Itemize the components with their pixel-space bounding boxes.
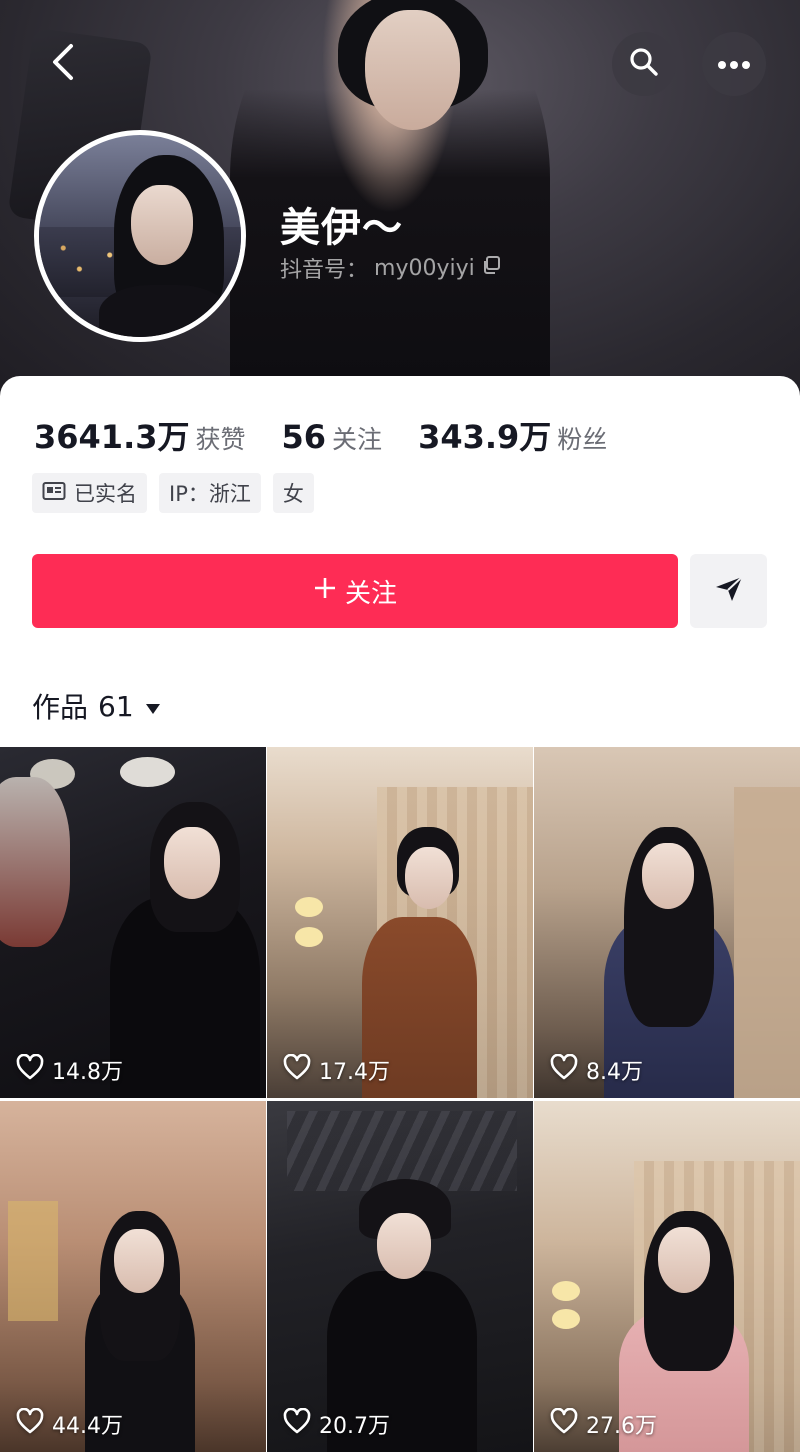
triangle-down-icon — [144, 690, 162, 723]
tab-works-count: 61 — [98, 689, 134, 723]
profile-stats: 3641.3万 获赞 56 关注 343.9万 粉丝 — [34, 412, 643, 458]
video-likes: 17.4万 — [283, 1053, 390, 1086]
video-likes-count: 27.6万 — [586, 1414, 657, 1439]
stat-label: 粉丝 — [557, 425, 608, 454]
plus-icon — [313, 576, 337, 607]
stat-label: 关注 — [332, 425, 383, 454]
heart-icon — [283, 1407, 311, 1440]
video-thumbnail[interactable]: 44.4万 — [0, 1101, 266, 1452]
video-thumbnail[interactable]: 14.8万 — [0, 747, 266, 1098]
stat-value: 343.9万 — [418, 418, 552, 456]
tag-verified-label: 已实名 — [74, 482, 137, 506]
cover-image-face — [365, 10, 460, 130]
tag-ip: IP：浙江 — [159, 473, 261, 513]
chevron-left-icon — [49, 42, 79, 86]
stat-value: 3641.3万 — [34, 418, 190, 456]
video-thumbnail[interactable]: 27.6万 — [534, 1101, 800, 1452]
video-likes-count: 44.4万 — [52, 1414, 123, 1439]
video-likes-count: 8.4万 — [586, 1060, 643, 1085]
video-likes-count: 20.7万 — [319, 1414, 390, 1439]
douyin-id-value: my00yiyi — [374, 255, 475, 281]
more-button[interactable] — [702, 32, 766, 96]
id-card-icon — [42, 481, 66, 506]
heart-icon — [550, 1053, 578, 1086]
douyin-id[interactable]: 抖音号： my00yiyi — [280, 252, 501, 284]
stat-label: 获赞 — [195, 425, 246, 454]
video-thumbnail[interactable]: 17.4万 — [267, 747, 533, 1098]
avatar[interactable] — [34, 130, 246, 342]
tag-verified: 已实名 — [32, 473, 147, 513]
search-button[interactable] — [612, 32, 676, 96]
send-icon — [714, 575, 744, 607]
heart-icon — [16, 1053, 44, 1086]
copy-icon[interactable] — [481, 255, 501, 281]
video-likes: 20.7万 — [283, 1407, 390, 1440]
video-likes: 27.6万 — [550, 1407, 657, 1440]
video-likes: 8.4万 — [550, 1053, 643, 1086]
more-dots-icon — [717, 55, 751, 74]
tag-gender-label: 女 — [282, 482, 304, 506]
heart-icon — [283, 1053, 311, 1086]
back-button[interactable] — [40, 40, 88, 88]
tag-ip-label: IP：浙江 — [169, 482, 251, 506]
douyin-id-label: 抖音号： — [280, 258, 369, 283]
video-thumbnail[interactable]: 20.7万 — [267, 1101, 533, 1452]
video-thumbnail[interactable]: 8.4万 — [534, 747, 800, 1098]
stat-likes: 3641.3万 获赞 — [34, 412, 246, 458]
video-likes-count: 17.4万 — [319, 1060, 390, 1085]
video-likes: 14.8万 — [16, 1053, 123, 1086]
follow-button-label: 关注 — [344, 578, 397, 609]
stat-value: 56 — [281, 418, 327, 456]
video-likes: 44.4万 — [16, 1407, 123, 1440]
message-button[interactable] — [690, 554, 767, 628]
profile-nickname: 美伊～ — [280, 205, 403, 251]
profile-tags: 已实名 IP：浙江 女 — [32, 473, 314, 513]
heart-icon — [16, 1407, 44, 1440]
tab-works[interactable]: 作品 61 — [32, 686, 162, 726]
video-grid: 14.8万 17.4万 8.4万 44.4万 20.7万 27.6万 — [0, 747, 800, 1452]
follow-button[interactable]: 关注 — [32, 554, 678, 628]
heart-icon — [550, 1407, 578, 1440]
stat-followers[interactable]: 343.9万 粉丝 — [418, 412, 607, 458]
tab-works-label: 作品 — [32, 691, 89, 724]
search-icon — [628, 46, 660, 82]
stat-following[interactable]: 56 关注 — [282, 418, 383, 456]
tag-gender: 女 — [272, 473, 314, 513]
video-likes-count: 14.8万 — [52, 1060, 123, 1085]
